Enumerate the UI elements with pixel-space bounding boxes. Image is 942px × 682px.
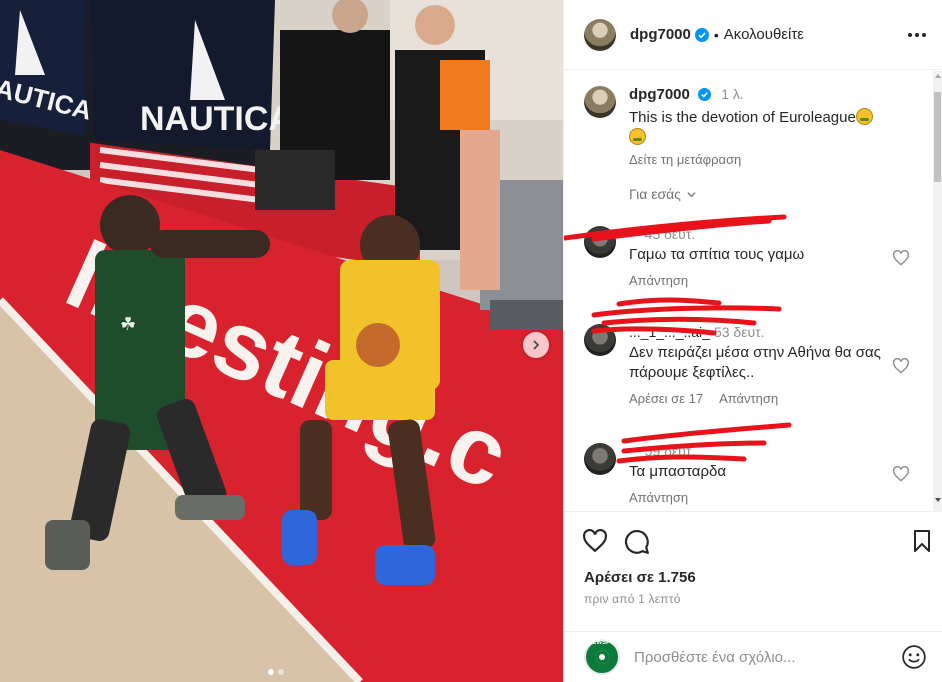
crying-laughing-emoji-icon (855, 108, 873, 125)
carousel-dot[interactable] (268, 669, 274, 675)
scroll-down-arrow-icon[interactable] (935, 498, 941, 502)
reply-button[interactable]: Απάντηση (719, 391, 778, 406)
post-timestamp[interactable]: πριν από 1 λεπτό (584, 592, 681, 606)
verified-badge-icon (694, 27, 709, 42)
carousel-dots (268, 669, 284, 675)
add-comment-input[interactable] (634, 648, 901, 666)
instagram-post-modal: NAUTICA AUTICA livesting.c ☘ dpg7000 • Α… (0, 0, 942, 682)
like-comment-heart-icon[interactable] (892, 358, 910, 374)
author-avatar[interactable] (584, 18, 616, 51)
add-comment-bar: NEWSPOR (564, 631, 942, 682)
chevron-down-icon (687, 191, 696, 197)
scrollbar-thumb[interactable] (934, 92, 941, 182)
comment-time[interactable]: 53 δευτ. (714, 324, 765, 340)
comment-bubble-icon[interactable] (624, 529, 650, 555)
author-username[interactable]: dpg7000 (630, 26, 691, 43)
crying-laughing-emoji-icon (629, 128, 646, 145)
comment-item: ... 59 δευτ. Τα μπασταρδα Απάντηση (584, 443, 904, 505)
reply-button[interactable]: Απάντηση (629, 273, 688, 288)
scroll-up-arrow-icon[interactable] (935, 74, 941, 78)
likes-count[interactable]: Αρέσει σε 1.756 (584, 569, 696, 586)
post-media[interactable]: NAUTICA AUTICA livesting.c ☘ (0, 0, 563, 682)
caption-avatar[interactable] (584, 86, 616, 118)
commenter-username[interactable]: ... (629, 443, 641, 459)
chevron-right-icon (533, 340, 540, 350)
comment-time[interactable]: 59 δευτ. (645, 443, 696, 459)
following-button[interactable]: Ακολουθείτε (724, 26, 804, 43)
emoji-picker-icon[interactable] (901, 644, 927, 670)
comments-list[interactable]: dpg7000 1 λ. This is the devotion of Eur… (564, 71, 934, 511)
comment-time[interactable]: 45 δευτ. (645, 226, 696, 242)
caption-text: This is the devotion of Euroleague (629, 109, 856, 126)
comment-text: Δεν πειράζει μέσα στην Αθήνα θα σας πάρο… (629, 344, 881, 381)
comment-text: Γαμω τα σπίτια τους γαμω (629, 246, 805, 263)
like-heart-icon[interactable] (582, 529, 608, 553)
commenter-username[interactable]: ..._1_..._..ai_ (629, 324, 710, 340)
caption-time[interactable]: 1 λ. (721, 86, 744, 102)
more-options-icon[interactable] (908, 32, 926, 37)
save-bookmark-icon[interactable] (911, 529, 933, 553)
for-you-filter[interactable]: Για εσάς (629, 186, 697, 202)
commenter-avatar[interactable] (584, 226, 616, 258)
svg-text:☘: ☘ (120, 314, 136, 334)
comment-item: ..._1_..._..ai_ 53 δευτ. Δεν πειράζει μέσ… (584, 324, 904, 406)
for-you-label: Για εσάς (629, 186, 681, 202)
like-comment-heart-icon[interactable] (892, 466, 910, 482)
commenter-avatar[interactable] (584, 324, 616, 356)
carousel-next-button[interactable] (523, 332, 549, 358)
comment-text: Τα μπασταρδα (629, 463, 727, 480)
verified-badge-icon (698, 88, 712, 105)
my-avatar: NEWSPOR (584, 639, 620, 675)
post-side-panel: dpg7000 • Ακολουθείτε dpg7000 1 λ. This … (563, 0, 942, 682)
post-header: dpg7000 • Ακολουθείτε (564, 0, 942, 70)
basketball-video-frame: NAUTICA AUTICA livesting.c ☘ (0, 0, 563, 682)
comment-likes-count[interactable]: Αρέσει σε 17 (629, 391, 703, 406)
commenter-username[interactable]: ... (629, 226, 641, 242)
header-separator: • (713, 26, 719, 43)
see-translation-link[interactable]: Δείτε τη μετάφραση (629, 152, 924, 167)
carousel-dot[interactable] (278, 669, 284, 675)
like-comment-heart-icon[interactable] (892, 250, 910, 266)
post-actions: Αρέσει σε 1.756 πριν από 1 λεπτό (564, 511, 942, 631)
reply-button[interactable]: Απάντηση (629, 490, 688, 505)
post-caption: dpg7000 1 λ. This is the devotion of Eur… (584, 86, 924, 167)
commenter-avatar[interactable] (584, 443, 616, 475)
nautica-banner-text: NAUTICA (140, 100, 293, 138)
comment-item: ... 45 δευτ. Γαμω τα σπίτια τους γαμω Απά… (584, 226, 904, 288)
caption-username[interactable]: dpg7000 (629, 86, 690, 103)
